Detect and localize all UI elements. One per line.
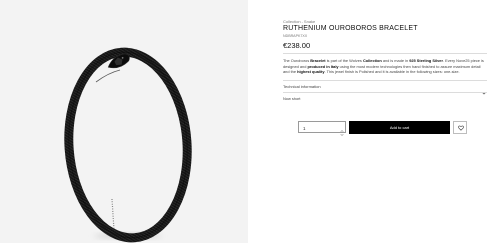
quantity-value[interactable]: 1 (303, 126, 306, 131)
description-text: The Ouroboros (283, 58, 311, 63)
breadcrumb-separator: - (301, 19, 303, 24)
stock-status: Now short (283, 96, 301, 101)
technical-information-accordion[interactable]: Technical information (283, 82, 487, 95)
description-bold: 925 Sterling Silver (409, 58, 443, 63)
breadcrumb-item-snake[interactable]: Snake (304, 19, 315, 24)
product-sku: NDBRAPK7XX (283, 34, 308, 38)
product-details: Collection-Snake RUTHENIUM OUROBOROS BRA… (283, 0, 492, 243)
description-bold: highest quality (297, 69, 325, 74)
description-text: . This jewel finish is Polished and it i… (324, 69, 460, 74)
description-text: is part of the Wolves (325, 58, 363, 63)
divider (283, 53, 487, 54)
add-to-cart-button[interactable]: Add to cart (349, 121, 450, 134)
product-image[interactable] (0, 0, 248, 243)
breadcrumb-item-collection[interactable]: Collection (283, 19, 301, 24)
product-description: The Ouroboros Bracelet is part of the Wo… (283, 58, 487, 75)
wishlist-button[interactable] (453, 121, 467, 134)
description-text: and is made in (381, 58, 410, 63)
breadcrumb: Collection-Snake (283, 19, 315, 24)
quantity-stepper[interactable]: 1 (298, 121, 346, 136)
bracelet-image (64, 47, 192, 243)
description-bold: Collection (362, 58, 382, 63)
description-bold: Bracelet (310, 58, 326, 63)
divider (283, 92, 487, 93)
divider (283, 80, 487, 81)
technical-information-label: Technical information (283, 84, 321, 89)
product-title: RUTHENIUM OUROBOROS BRACELET (283, 25, 418, 32)
stepper-arrows-icon[interactable] (339, 124, 344, 136)
product-price: €238.00 (283, 41, 311, 50)
description-bold: produced in Italy (307, 63, 339, 69)
